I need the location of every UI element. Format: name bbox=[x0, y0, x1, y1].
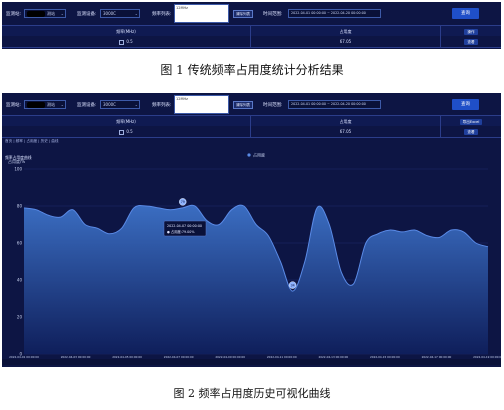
y-tick-label: 40 bbox=[17, 278, 23, 283]
freq-list-label: 频率列表: bbox=[152, 12, 172, 17]
table-row: 0.5 67.05 查看 bbox=[2, 126, 501, 138]
header-action-chip: 操作 bbox=[464, 29, 478, 35]
x-tick-label: 2022-04-09 00:00:00 bbox=[215, 355, 245, 359]
freq-list-label: 频率列表: bbox=[152, 103, 172, 108]
view-button[interactable]: 查看 bbox=[464, 129, 478, 135]
query-button[interactable]: 查询 bbox=[452, 8, 479, 19]
cell-action: 查看 bbox=[441, 36, 501, 47]
time-range-input[interactable]: 2022-04-01 00:00:00 ~ 2022-04-20 00:00:0… bbox=[288, 9, 381, 18]
station-select[interactable]: 测站 ⌄ bbox=[24, 9, 66, 18]
occupancy-panel-1: 监测站: 测站 ⌄ 监测设备: 3000C ⌄ 频率列表: 12MHz 清除列表… bbox=[2, 2, 501, 49]
y-axis-ticks: 020406080100 bbox=[14, 167, 22, 357]
view-button[interactable]: 查看 bbox=[464, 39, 478, 45]
export-excel-button[interactable]: 导出Excel bbox=[459, 119, 483, 125]
freq-list-value: 12MHz bbox=[176, 6, 188, 10]
clear-freq-list-button[interactable]: 清除列表 bbox=[233, 10, 253, 18]
y-tick-label: 60 bbox=[17, 241, 23, 246]
freq-list-textarea[interactable]: 12MHz bbox=[174, 4, 229, 23]
x-tick-label: 2022-04-03 00:00:00 bbox=[61, 355, 91, 359]
y-tick-label: 80 bbox=[17, 204, 23, 209]
tooltip: 2022-04-07 00:00:00 ● 占用度:79.00% bbox=[163, 220, 207, 237]
clear-freq-list-button[interactable]: 清除列表 bbox=[233, 101, 253, 109]
station-label: 监测站: bbox=[6, 12, 22, 17]
chevron-down-icon: ⌄ bbox=[60, 102, 64, 107]
x-tick-label: 2022-04-13 00:00:00 bbox=[318, 355, 348, 359]
x-tick-label: 2022-04-11 00:00:00 bbox=[267, 355, 297, 359]
x-tick-label: 2022-04-05 00:00:00 bbox=[112, 355, 142, 359]
breadcrumb: 首页 | 频率 | 占用度 | 历史 | 曲线 bbox=[5, 139, 59, 143]
time-range-label: 时间范围: bbox=[263, 12, 283, 17]
occupancy-panel-2: 监测站: 测站 ⌄ 监测设备: 3000C ⌄ 频率列表: 12MHz 清除列表… bbox=[2, 93, 501, 367]
cell-frequency: 0.5 bbox=[2, 36, 250, 47]
filter-bar: 监测站: 测站 ⌄ 监测设备: 3000C ⌄ 频率列表: 12MHz 清除列表… bbox=[2, 2, 501, 24]
value-marker: 79 bbox=[179, 198, 187, 206]
row-checkbox[interactable] bbox=[119, 39, 125, 45]
x-tick-label: 2022-04-19 00:00:00 bbox=[473, 355, 501, 359]
legend-label: 占用度 bbox=[253, 152, 265, 158]
legend[interactable]: 占用度 bbox=[247, 152, 265, 158]
redacted-station-name bbox=[27, 11, 45, 17]
y-tick-label: 100 bbox=[14, 167, 22, 172]
time-range-label: 时间范围: bbox=[263, 103, 283, 108]
x-tick-label: 2022-04-17 00:00:00 bbox=[422, 355, 452, 359]
device-value: 3000C bbox=[103, 11, 116, 16]
filter-bar: 监测站: 测站 ⌄ 监测设备: 3000C ⌄ 频率列表: 12MHz 清除列表… bbox=[2, 93, 501, 115]
freq-list-textarea[interactable]: 12MHz bbox=[174, 95, 229, 114]
legend-marker bbox=[247, 153, 251, 157]
cell-frequency: 0.5 bbox=[2, 126, 250, 137]
x-tick-label: 2022-04-15 00:00:00 bbox=[370, 355, 400, 359]
device-value: 3000C bbox=[103, 102, 116, 107]
figure-1-caption: 图 1 传统频率占用度统计分析结果 bbox=[160, 63, 344, 77]
figure-2-caption: 图 2 频率占用度历史可视化曲线 bbox=[173, 387, 331, 400]
station-select[interactable]: 测站 ⌄ bbox=[24, 100, 66, 109]
device-select[interactable]: 3000C ⌄ bbox=[100, 9, 140, 18]
station-suffix: 测站 bbox=[47, 102, 55, 107]
station-label: 监测站: bbox=[6, 103, 22, 108]
x-tick-label: 2022-04-07 00:00:00 bbox=[164, 355, 194, 359]
chevron-down-icon: ⌄ bbox=[60, 11, 64, 16]
station-suffix: 测站 bbox=[47, 11, 55, 16]
cell-action: 查看 bbox=[441, 126, 501, 137]
freq-list-value: 12MHz bbox=[176, 97, 188, 101]
device-label: 监测设备: bbox=[77, 12, 97, 17]
x-axis-ticks: 2022-04-01 00:00:00 2022-04-03 00:00:00 20… bbox=[9, 355, 501, 359]
table-row: 0.5 67.05 查看 bbox=[2, 36, 501, 48]
chart-title: 频率占用度曲线 bbox=[5, 155, 32, 160]
query-button[interactable]: 查询 bbox=[452, 99, 479, 110]
occupancy-chart: 020406080100 2022-04-01 00:00:00 2022-04-… bbox=[2, 152, 501, 365]
chevron-down-icon: ⌄ bbox=[134, 11, 138, 16]
x-tick-label: 2022-04-01 00:00:00 bbox=[9, 355, 39, 359]
redacted-station-name bbox=[27, 102, 45, 108]
tooltip-date: 2022-04-07 00:00:00 bbox=[167, 224, 202, 228]
y-tick-label: 20 bbox=[17, 315, 23, 320]
time-range-input[interactable]: 2022-04-01 00:00:00 ~ 2022-04-20 00:00:0… bbox=[288, 100, 381, 109]
chevron-down-icon: ⌄ bbox=[134, 102, 138, 107]
cell-occupancy: 67.05 bbox=[339, 129, 352, 134]
device-label: 监测设备: bbox=[77, 103, 97, 108]
marker-label: 79 bbox=[181, 200, 185, 204]
value-marker: 34 bbox=[288, 281, 297, 289]
row-checkbox[interactable] bbox=[119, 129, 125, 135]
horizontal-scrollbar[interactable] bbox=[2, 359, 501, 365]
marker-label: 34 bbox=[291, 283, 295, 287]
tooltip-value: ● 占用度:79.00% bbox=[167, 229, 195, 234]
device-select[interactable]: 3000C ⌄ bbox=[100, 100, 140, 109]
cell-occupancy: 67.05 bbox=[339, 39, 352, 44]
